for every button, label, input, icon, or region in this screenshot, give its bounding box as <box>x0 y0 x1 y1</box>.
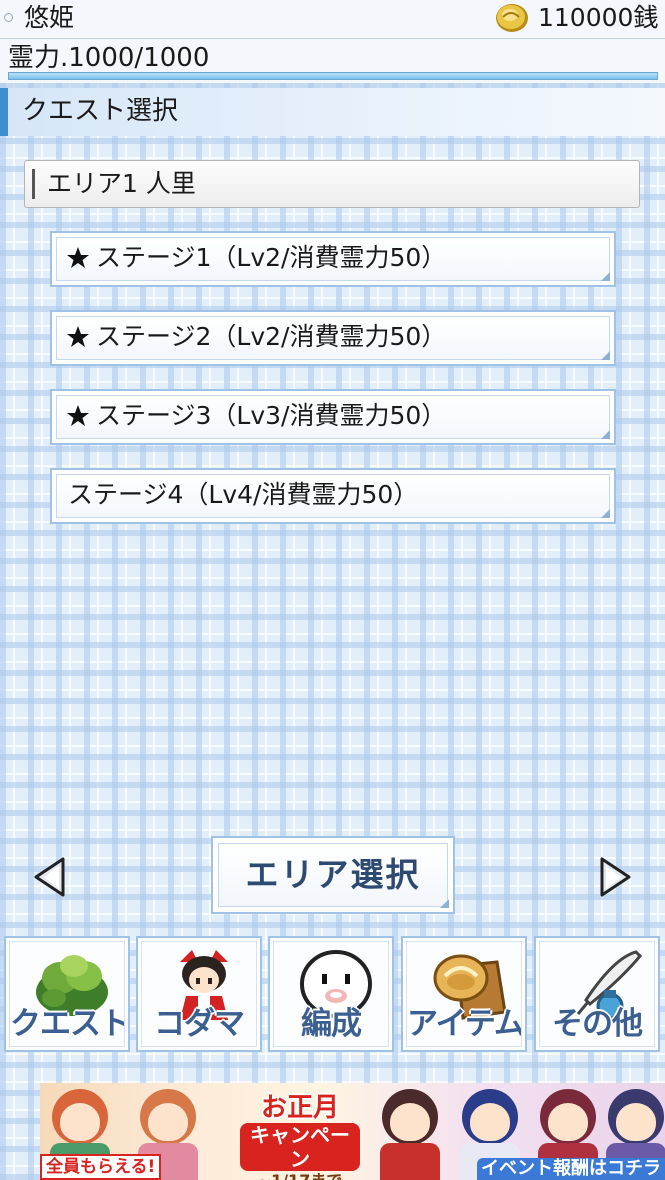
status-bar: 悠姫 110000銭 <box>0 0 665 39</box>
stage-label: ステージ3（Lv3/消費霊力50） <box>96 401 447 430</box>
menu-label: アイテム <box>407 1006 522 1042</box>
star-icon <box>67 247 89 268</box>
area-heading-bar <box>32 169 35 199</box>
corner-mark-icon <box>601 272 610 281</box>
menu-item[interactable]: アイテム <box>401 936 527 1052</box>
menu-kodama[interactable]: コダマ <box>136 936 262 1052</box>
reiryoku-text: 霊力.1000/1000 <box>8 43 210 73</box>
campaign-period: ~1/17まで <box>240 1171 360 1180</box>
menu-label: クエスト <box>10 1006 125 1042</box>
menu-formation[interactable]: 編成 <box>268 936 394 1052</box>
banner-character-3 <box>370 1089 450 1180</box>
stage-label: ステージ1（Lv2/消費霊力50） <box>96 243 447 272</box>
section-header: クエスト選択 <box>0 88 665 136</box>
area-select-label: エリア選択 <box>245 855 421 894</box>
star-icon <box>67 326 89 347</box>
area-title: エリア1 人里 <box>47 169 196 198</box>
campaign-subtitle: キャンペーン <box>240 1123 360 1171</box>
status-dot-icon <box>4 13 13 22</box>
stage-button-4[interactable]: ステージ4（Lv4/消費霊力50） <box>50 468 616 524</box>
next-area-arrow-icon[interactable] <box>599 856 633 898</box>
stage-label: ステージ2（Lv2/消費霊力50） <box>96 322 447 351</box>
corner-mark-icon <box>440 899 449 908</box>
area-heading: エリア1 人里 <box>24 160 640 208</box>
coin-icon <box>496 4 528 32</box>
campaign-banner[interactable]: お正月 キャンペーン ~1/17まで 全員もらえる! イベント報酬はコチラ <box>40 1083 665 1180</box>
stage-label: ステージ4（Lv4/消費霊力50） <box>68 480 419 509</box>
section-accent <box>0 88 8 136</box>
area-select-button[interactable]: エリア選択 <box>211 836 455 914</box>
reiryoku-gauge <box>8 72 658 80</box>
corner-mark-icon <box>601 509 610 518</box>
prev-area-arrow-icon[interactable] <box>32 856 66 898</box>
stage-button-2[interactable]: ステージ2（Lv2/消費霊力50） <box>50 310 616 366</box>
menu-label: コダマ <box>154 1006 245 1042</box>
banner-right-tag: イベント報酬はコチラ <box>477 1158 665 1180</box>
player-name: 悠姫 <box>24 3 75 32</box>
stage-button-1[interactable]: ステージ1（Lv2/消費霊力50） <box>50 231 616 287</box>
corner-mark-icon <box>601 430 610 439</box>
menu-label: 編成 <box>301 1006 362 1042</box>
money-amount: 110000銭 <box>538 3 659 32</box>
banner-left-tag: 全員もらえる! <box>40 1154 162 1180</box>
star-icon <box>67 405 89 426</box>
campaign-text: お正月 キャンペーン ~1/17まで <box>240 1093 360 1180</box>
section-title: クエスト選択 <box>22 96 179 126</box>
menu-quest[interactable]: クエスト <box>4 936 130 1052</box>
stage-button-3[interactable]: ステージ3（Lv3/消費霊力50） <box>50 389 616 445</box>
campaign-title: お正月 <box>260 1093 339 1123</box>
corner-mark-icon <box>601 351 610 360</box>
menu-other[interactable]: その他 <box>534 936 660 1052</box>
menu-label: その他 <box>552 1006 643 1042</box>
